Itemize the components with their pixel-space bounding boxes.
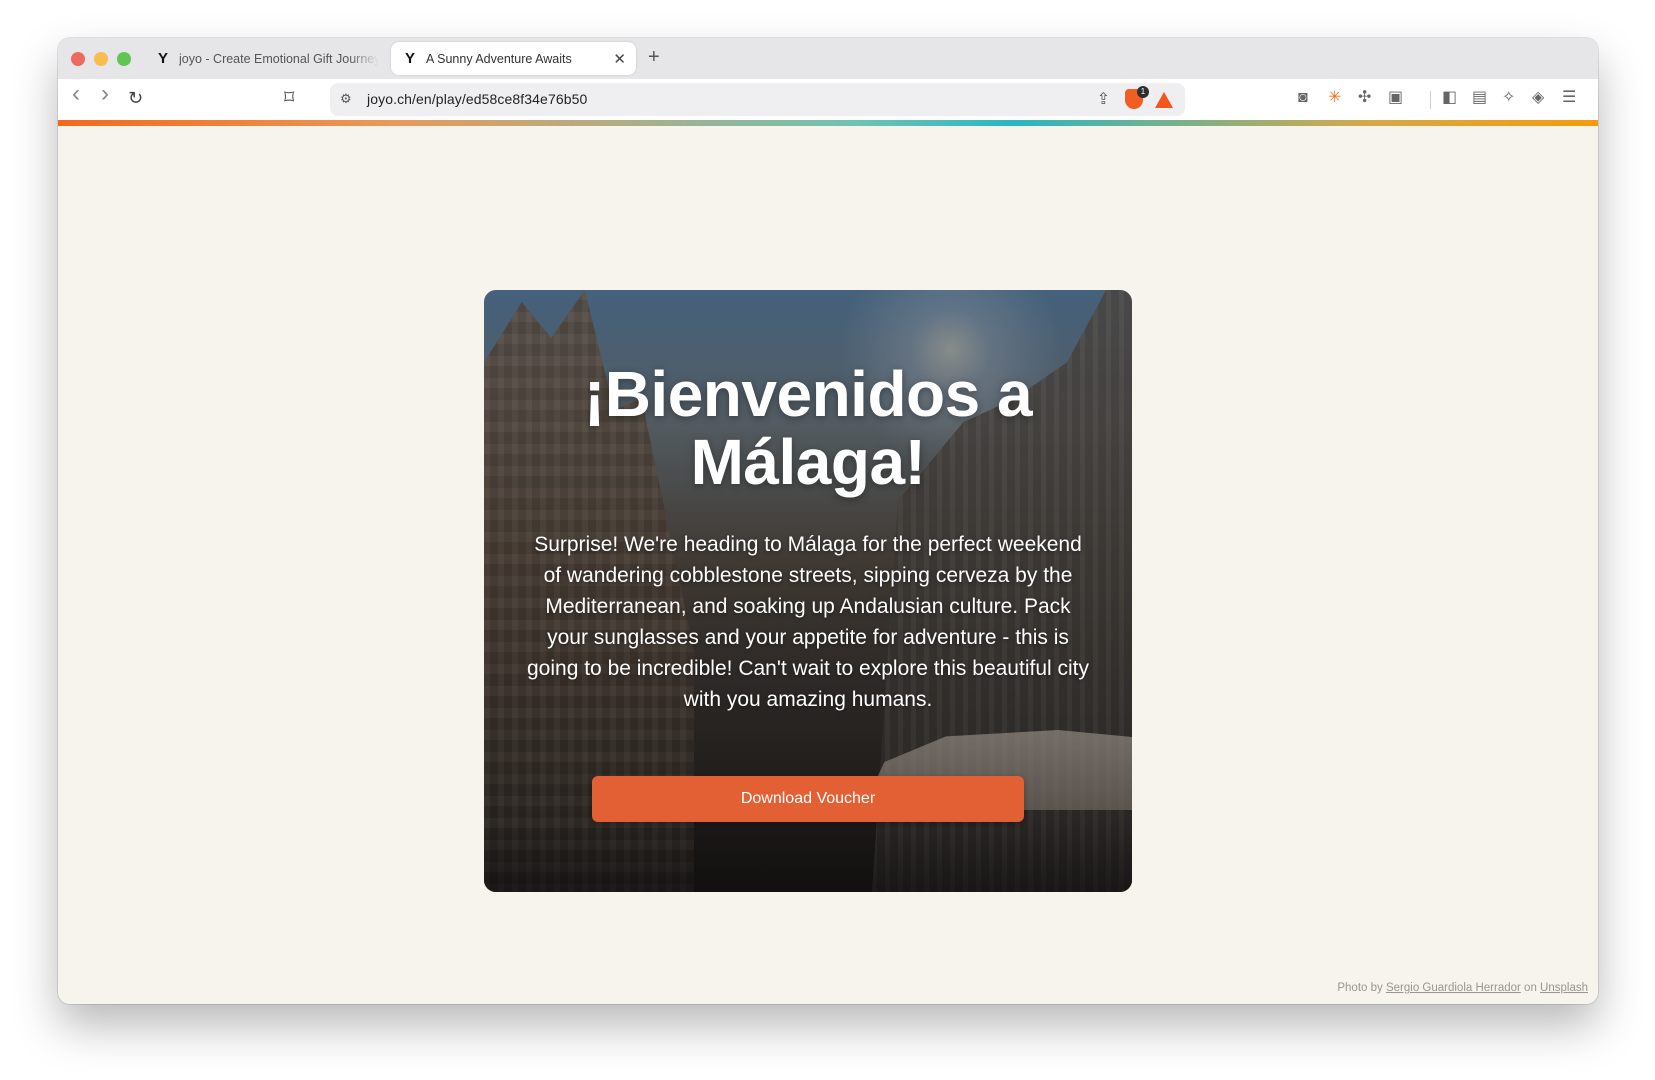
brave-rewards-icon[interactable] <box>1155 92 1173 108</box>
brave-shield-icon[interactable]: 1 <box>1125 86 1149 109</box>
shield-count-badge: 1 <box>1137 86 1149 98</box>
address-bar[interactable]: ⚙ joyo.ch/en/play/ed58ce8f34e76b50 ⇪ 1 <box>330 83 1185 116</box>
tab-strip: Y joyo - Create Emotional Gift Journeys … <box>58 38 1598 79</box>
forward-icon[interactable]: › <box>101 82 109 106</box>
welcome-headline: ¡Bienvenidos a Málaga! <box>583 358 1033 498</box>
asterisk-extension-icon[interactable]: ✳ <box>1328 88 1341 108</box>
sidebar-icon[interactable]: ◧ <box>1442 88 1457 108</box>
browser-window: Y joyo - Create Emotional Gift Journeys … <box>58 38 1598 1004</box>
surprise-message: Surprise! We're heading to Málaga for th… <box>527 533 1089 711</box>
back-icon[interactable]: ‹ <box>72 82 80 106</box>
camera-icon[interactable]: ◙ <box>1298 88 1308 108</box>
leo-ai-icon[interactable]: ✧ <box>1502 88 1515 108</box>
extensions-puzzle-icon[interactable]: ✣ <box>1358 88 1371 108</box>
share-icon[interactable]: ⇪ <box>1097 89 1110 109</box>
credit-middle: on <box>1524 982 1537 994</box>
joyo-favicon-icon: Y <box>404 50 415 67</box>
joyo-favicon-icon: Y <box>157 50 168 67</box>
download-voucher-button[interactable]: Download Voucher <box>592 776 1024 822</box>
url-text[interactable]: joyo.ch/en/play/ed58ce8f34e76b50 <box>367 91 587 107</box>
close-window-button[interactable] <box>71 52 85 66</box>
photo-credit: Photo by Sergio Guardiola Herrador on Un… <box>1337 982 1588 994</box>
reload-icon[interactable]: ↻ <box>128 88 143 108</box>
page-viewport: ¡Bienvenidos a Málaga! Surprise! We're h… <box>58 126 1598 1004</box>
reader-mode-icon[interactable]: ▣ <box>1388 88 1403 108</box>
toolbar-divider <box>1430 91 1431 109</box>
voucher-card: ¡Bienvenidos a Málaga! Surprise! We're h… <box>484 290 1132 892</box>
browser-toolbar: ‹ › ↻ ⌑ ⚙ joyo.ch/en/play/ed58ce8f34e76b… <box>58 79 1598 120</box>
tab-sunny-adventure[interactable]: Y A Sunny Adventure Awaits ✕ <box>391 42 636 75</box>
wallet-icon[interactable]: ▤ <box>1472 88 1487 108</box>
credit-prefix: Photo by <box>1337 982 1383 994</box>
site-settings-icon[interactable]: ⚙ <box>340 91 352 107</box>
photographer-link[interactable]: Sergio Guardiola Herrador <box>1386 982 1521 994</box>
bookmark-icon[interactable]: ⌑ <box>284 88 294 108</box>
minimize-window-button[interactable] <box>94 52 108 66</box>
tab-title: A Sunny Adventure Awaits <box>426 51 572 66</box>
card-content: ¡Bienvenidos a Málaga! Surprise! We're h… <box>484 290 1132 892</box>
tab-title: joyo - Create Emotional Gift Journeys <box>179 51 379 66</box>
vpn-icon[interactable]: ◈ <box>1532 88 1544 108</box>
new-tab-icon[interactable]: + <box>648 46 660 69</box>
zoom-window-button[interactable] <box>117 52 131 66</box>
unsplash-link[interactable]: Unsplash <box>1540 982 1588 994</box>
menu-icon[interactable]: ☰ <box>1562 88 1576 108</box>
close-tab-icon[interactable]: ✕ <box>613 50 626 68</box>
